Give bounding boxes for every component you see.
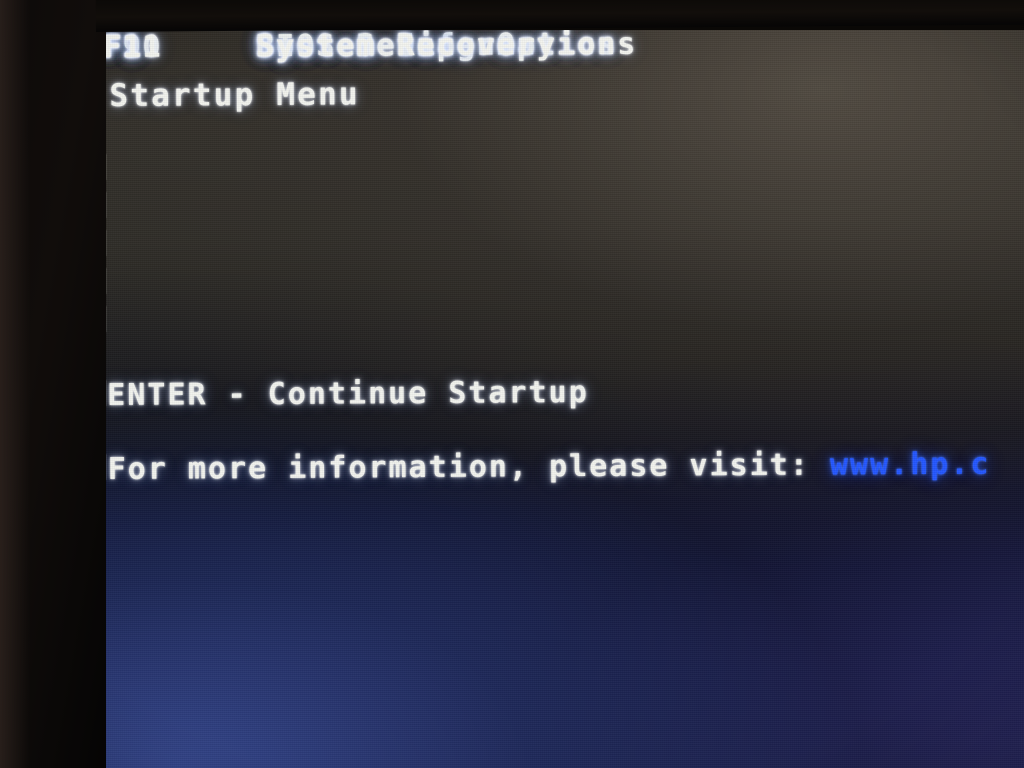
menu-label-f11: System Recovery — [255, 30, 558, 65]
more-information-line: For more information, please visit: www.… — [108, 447, 991, 487]
continue-startup-hint[interactable]: ENTER - Continue Startup — [107, 375, 589, 413]
menu-item-f10[interactable]: F10 BIOS Setup — [103, 30, 1024, 166]
more-information-text: For more information, please visit: — [107, 447, 830, 487]
menu-item-f11[interactable]: F11 System Recovery — [103, 30, 1024, 200]
hp-support-url[interactable]: www.hp.c — [830, 447, 991, 483]
laptop-bezel-top — [95, 0, 1024, 33]
laptop-bezel-left — [0, 0, 106, 768]
lcd-screen: Startup Menu F1 System Information F2 Sy… — [103, 30, 1024, 768]
page-title: Startup Menu — [109, 76, 360, 114]
photo-of-laptop-screen: Startup Menu F1 System Information F2 Sy… — [0, 0, 1024, 768]
menu-key-f11: F11 — [103, 30, 163, 65]
bios-text-block: Startup Menu F1 System Information F2 Sy… — [103, 30, 1024, 768]
